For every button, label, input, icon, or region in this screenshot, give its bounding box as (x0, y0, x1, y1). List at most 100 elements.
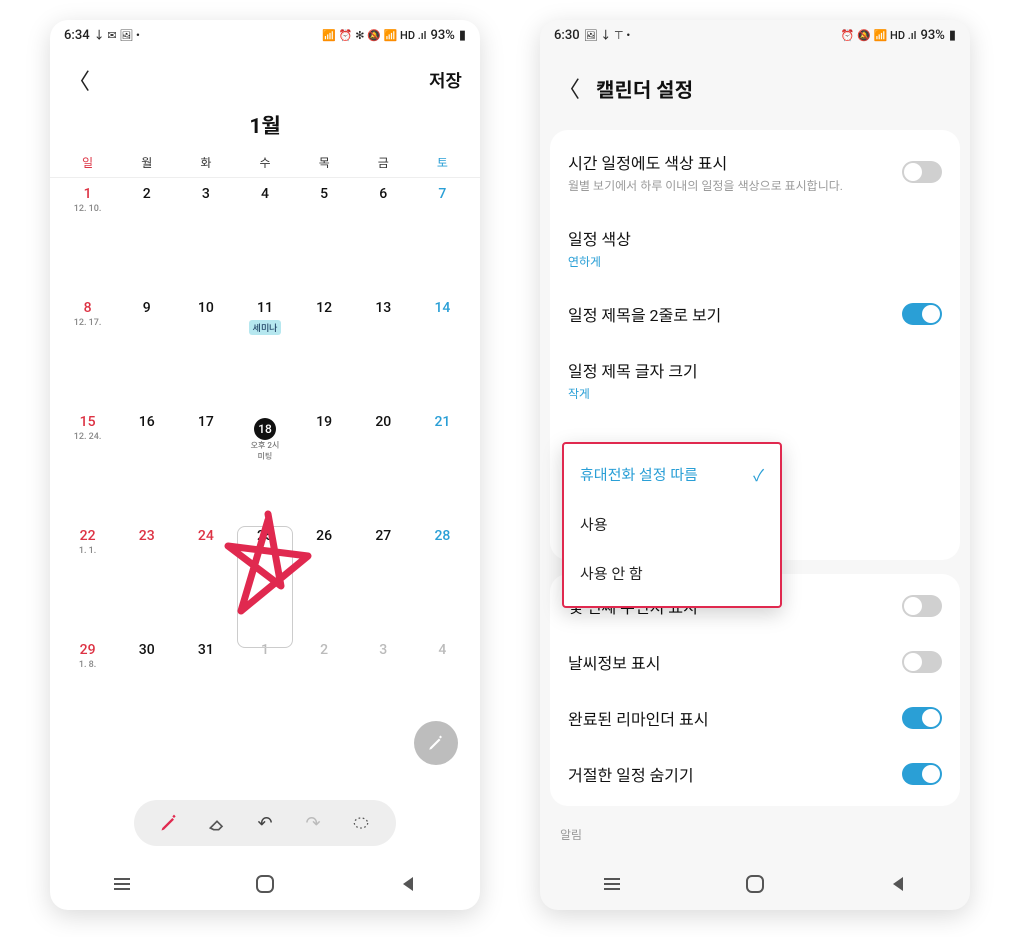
toggle-two-line[interactable] (902, 303, 942, 325)
battery-icon: ▮ (459, 28, 466, 43)
day-number: 3 (176, 186, 235, 202)
back-button[interactable]: 〈 (68, 64, 92, 96)
setting-label: 완료된 리마인더 표시 (568, 706, 708, 730)
back-button[interactable]: 〈 (558, 72, 582, 104)
calendar-day-cell[interactable]: 5 (295, 178, 354, 292)
calendar-day-cell[interactable]: 24 (176, 520, 235, 634)
nav-back[interactable] (397, 873, 419, 895)
calendar-day-cell[interactable]: 1 (235, 634, 294, 748)
setting-color-time[interactable]: 시간 일정에도 색상 표시 월별 보기에서 하루 이내의 일정을 색상으로 표시… (550, 134, 960, 210)
eraser-tool[interactable] (204, 810, 230, 836)
calendar-day-cell[interactable]: 9 (117, 292, 176, 406)
setting-completed-reminder[interactable]: 완료된 리마인더 표시 (550, 690, 960, 746)
calendar-day-cell[interactable]: 20 (354, 406, 413, 520)
lasso-tool[interactable] (348, 810, 374, 836)
calendar-day-cell[interactable]: 11 세미나 (235, 292, 294, 406)
calendar-day-cell[interactable]: 16 (117, 406, 176, 520)
calendar-day-cell[interactable]: 23 (117, 520, 176, 634)
status-battery: 93% (430, 28, 454, 43)
status-battery: 93% (920, 28, 944, 43)
edit-fab[interactable] (414, 721, 458, 765)
undo-button[interactable]: ↶ (252, 810, 278, 836)
setting-label: 일정 제목을 2줄로 보기 (568, 302, 721, 326)
dropdown-option-follow-phone[interactable]: 휴대전화 설정 따름 ✓ (564, 448, 780, 500)
nav-back[interactable] (887, 873, 909, 895)
calendar-day-cell[interactable]: 112. 10. (58, 178, 117, 292)
dropdown-option-dont-use[interactable]: 사용 안 함 (564, 549, 780, 598)
calendar-day-cell[interactable]: 27 (354, 520, 413, 634)
dow-sat: 토 (413, 154, 472, 171)
calendar-day-cell[interactable]: 28 (413, 520, 472, 634)
calendar-day-cell[interactable]: 2 (295, 634, 354, 748)
calendar-day-cell[interactable]: 14 (413, 292, 472, 406)
day-number: 20 (354, 414, 413, 430)
setting-event-color[interactable]: 일정 색상 연하게 (550, 210, 960, 286)
toggle-hide-declined[interactable] (902, 763, 942, 785)
calendar-day-cell[interactable]: 221. 1. (58, 520, 117, 634)
drawing-toolbar: ↶ ↷ (134, 800, 396, 846)
dropdown-option-label: 휴대전화 설정 따름 (580, 464, 698, 485)
day-of-week-header: 일 월 화 수 목 금 토 (50, 154, 480, 178)
calendar-day-cell[interactable]: 4 (235, 178, 294, 292)
setting-sublabel: 월별 보기에서 하루 이내의 일정을 색상으로 표시합니다. (568, 177, 843, 194)
week-sublabel: 1. 8. (58, 660, 117, 670)
calendar-day-cell[interactable]: 3 (354, 634, 413, 748)
settings-phone: 6:30 🖼 ↓ ⊤ • ⏰ 🔕 📶 HD .ıl 93% ▮ 〈 캘린더 설정… (540, 20, 970, 910)
status-left-icons: ↓ ✉ 🖼 • (94, 27, 140, 43)
status-time: 6:30 (554, 28, 580, 43)
nav-home[interactable] (254, 873, 276, 895)
day-number: 26 (295, 528, 354, 544)
status-right-icons: 📶 ⏰ ✻ 🔕 📶 HD .ıl (322, 29, 426, 42)
dropdown-option-use[interactable]: 사용 (564, 500, 780, 549)
battery-icon: ▮ (949, 28, 956, 43)
calendar-day-cell[interactable]: 18오후 2시미팅 (235, 406, 294, 520)
calendar-day-cell[interactable]: 26 (295, 520, 354, 634)
month-title: 1월 (50, 102, 480, 154)
toggle-completed-reminder[interactable] (902, 707, 942, 729)
day-number: 30 (117, 642, 176, 658)
day-number: 4 (413, 642, 472, 658)
nav-recents[interactable] (601, 873, 623, 895)
calendar-day-cell[interactable]: 12 (295, 292, 354, 406)
calendar-day-cell[interactable]: 2 (117, 178, 176, 292)
calendar-day-cell[interactable]: 30 (117, 634, 176, 748)
redo-button[interactable]: ↷ (300, 810, 326, 836)
day-number: 2 (295, 642, 354, 658)
day-number: 24 (176, 528, 235, 544)
day-number: 15 (58, 414, 117, 430)
calendar-day-cell[interactable]: 7 (413, 178, 472, 292)
week-sublabel: 12. 17. (58, 318, 117, 328)
day-number: 11 (235, 300, 294, 316)
save-button[interactable]: 저장 (429, 67, 462, 93)
nav-home[interactable] (744, 873, 766, 895)
pen-tool[interactable] (156, 810, 182, 836)
calendar-day-cell[interactable]: 291. 8. (58, 634, 117, 748)
calendar-day-cell[interactable]: 6 (354, 178, 413, 292)
calendar-day-cell[interactable]: 19 (295, 406, 354, 520)
calendar-day-cell[interactable]: 10 (176, 292, 235, 406)
calendar-day-cell[interactable]: 812. 17. (58, 292, 117, 406)
setting-weather[interactable]: 날씨정보 표시 (550, 634, 960, 690)
calendar-day-cell[interactable]: 21 (413, 406, 472, 520)
day-number: 27 (354, 528, 413, 544)
day-number: 2 (117, 186, 176, 202)
calendar-day-cell[interactable]: 13 (354, 292, 413, 406)
day-number: 31 (176, 642, 235, 658)
day-number: 3 (354, 642, 413, 658)
toggle-color-time[interactable] (902, 161, 942, 183)
day-number: 12 (295, 300, 354, 316)
calendar-day-cell[interactable]: 31 (176, 634, 235, 748)
status-bar: 6:34 ↓ ✉ 🖼 • 📶 ⏰ ✻ 🔕 📶 HD .ıl 93% ▮ (50, 20, 480, 50)
setting-two-line[interactable]: 일정 제목을 2줄로 보기 (550, 286, 960, 342)
toggle-weather[interactable] (902, 651, 942, 673)
calendar-day-cell[interactable]: 1512. 24. (58, 406, 117, 520)
calendar-day-cell[interactable]: 3 (176, 178, 235, 292)
calendar-day-cell[interactable]: 17 (176, 406, 235, 520)
setting-hide-declined[interactable]: 거절한 일정 숨기기 (550, 746, 960, 802)
dow-tue: 화 (176, 154, 235, 171)
event-chip[interactable]: 세미나 (249, 320, 282, 335)
setting-title-size[interactable]: 일정 제목 글자 크기 작게 (550, 342, 960, 418)
nav-recents[interactable] (111, 873, 133, 895)
calendar-week-row: 812. 17.91011 세미나 121314 (50, 292, 480, 406)
toggle-week-number[interactable] (902, 595, 942, 617)
